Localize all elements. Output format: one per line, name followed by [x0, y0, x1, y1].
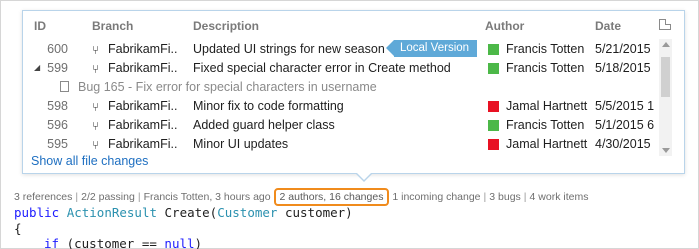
branch-icon: ⑂ — [92, 100, 100, 114]
commit-id: 600 — [47, 42, 68, 56]
commit-author: Jamal Hartnett — [506, 137, 588, 151]
column-header-description[interactable]: Description — [193, 19, 259, 33]
commit-description: Added guard helper class — [193, 118, 335, 132]
local-version-tag: Local Version — [385, 40, 478, 57]
codelens-bugs[interactable]: 3 bugs — [489, 191, 521, 203]
author-color-swatch — [488, 63, 499, 74]
commit-date: 5/21/2015 — [595, 42, 651, 56]
branch-icon: ⑂ — [92, 43, 100, 57]
codelens-work-items[interactable]: 4 work items — [530, 191, 589, 203]
commit-date: 5/5/2015 1 — [595, 99, 655, 113]
commit-author: Francis Totten — [506, 61, 585, 75]
commit-author: Jamal Hartnett — [506, 99, 588, 113]
editor-pane: ID Branch Description Author Date 600 ⑂ … — [0, 0, 699, 249]
commit-description: Minor fix to code formatting — [193, 99, 344, 113]
author-color-swatch — [488, 120, 499, 131]
commit-date: 5/1/2015 6 — [595, 118, 655, 132]
code-line-method-signature[interactable]: public ActionResult Create(Customer cust… — [14, 205, 353, 220]
branch-icon: ⑂ — [92, 119, 100, 133]
branch-name: FabrikamFi... — [108, 137, 178, 151]
commit-row[interactable]: 600 ⑂ FabrikamFi... Updated UI strings f… — [24, 39, 658, 58]
branch-icon: ⑂ — [92, 62, 100, 76]
code-line-if-statement[interactable]: if (customer == null) — [44, 236, 202, 249]
commit-id: 596 — [47, 118, 68, 132]
codelens-last-change[interactable]: Francis Totten, 3 hours ago — [144, 191, 271, 203]
codelens-bar: 3 references | 2/2 passing | Francis Totten,… — [14, 188, 588, 206]
expand-window-icon[interactable] — [659, 19, 671, 30]
scroll-down-arrow-icon[interactable] — [662, 148, 670, 153]
commit-row[interactable]: 598 ⑂ FabrikamFi... Minor fix to code fo… — [24, 96, 658, 115]
commit-description: Fixed special character error in Create … — [193, 61, 451, 75]
author-color-swatch — [488, 44, 499, 55]
commit-author: Francis Totten — [506, 42, 585, 56]
column-header-id[interactable]: ID — [34, 19, 46, 33]
column-header-date[interactable]: Date — [595, 19, 621, 33]
codelens-incoming-change[interactable]: 1 incoming change — [392, 191, 480, 203]
codelens-references[interactable]: 3 references — [14, 191, 72, 203]
column-header-author[interactable]: Author — [485, 19, 524, 33]
linked-bug-title: Bug 165 - Fix error for special characte… — [78, 80, 377, 94]
branch-name: FabrikamFi... — [108, 118, 178, 132]
commit-row[interactable]: 595 ⑂ FabrikamFi... Minor UI updates Jam… — [24, 134, 658, 153]
scroll-up-arrow-icon[interactable] — [662, 42, 670, 47]
show-all-file-changes-link[interactable]: Show all file changes — [31, 154, 148, 168]
codelens-tests-passing[interactable]: 2/2 passing — [81, 191, 135, 203]
commit-row[interactable]: 596 ⑂ FabrikamFi... Added guard helper c… — [24, 115, 658, 134]
commit-date: 5/18/2015 — [595, 61, 651, 75]
commit-id: 595 — [47, 137, 68, 151]
branch-name: FabrikamFi... — [108, 99, 178, 113]
commit-row[interactable]: ◢ 599 ⑂ FabrikamFi... Fixed special char… — [24, 58, 658, 77]
code-line-open-brace[interactable]: { — [14, 221, 22, 236]
commit-description: Minor UI updates — [193, 137, 289, 151]
linked-bug-row[interactable]: Bug 165 - Fix error for special characte… — [24, 77, 658, 96]
work-item-icon — [60, 81, 69, 92]
file-history-popup: ID Branch Description Author Date 600 ⑂ … — [22, 10, 685, 182]
commit-author: Francis Totten — [506, 118, 585, 132]
commit-description: Updated UI strings for new season — [193, 42, 385, 56]
author-color-swatch — [488, 101, 499, 112]
codelens-authors-changes[interactable]: 2 authors, 16 changes — [273, 188, 390, 206]
commit-id: 598 — [47, 99, 68, 113]
column-header-branch[interactable]: Branch — [92, 19, 133, 33]
branch-icon: ⑂ — [92, 138, 100, 152]
commit-id: 599 — [47, 61, 68, 75]
branch-name: FabrikamFi... — [108, 42, 178, 56]
scroll-thumb[interactable] — [661, 57, 670, 97]
author-color-swatch — [488, 139, 499, 150]
vertical-scrollbar[interactable] — [659, 39, 672, 156]
commit-date: 4/30/2015 — [595, 137, 651, 151]
branch-name: FabrikamFi... — [108, 61, 178, 75]
